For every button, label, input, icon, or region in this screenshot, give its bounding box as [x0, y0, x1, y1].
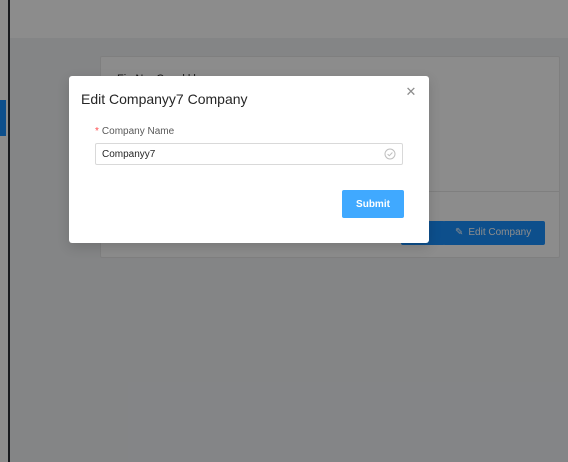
company-name-label: * Company Name [95, 126, 174, 137]
check-circle-icon [384, 148, 396, 160]
submit-button[interactable]: Submit [342, 190, 404, 218]
close-icon[interactable]: ✕ [403, 84, 419, 100]
company-name-input[interactable] [96, 144, 376, 164]
company-name-label-text: Company Name [101, 126, 175, 137]
edit-company-modal: Edit Companyy7 Company ✕ *Company Name S… [69, 76, 429, 243]
company-name-field[interactable] [95, 143, 403, 165]
modal-title: Edit Companyy7 Company [81, 91, 248, 107]
required-mark: * [95, 126, 99, 137]
